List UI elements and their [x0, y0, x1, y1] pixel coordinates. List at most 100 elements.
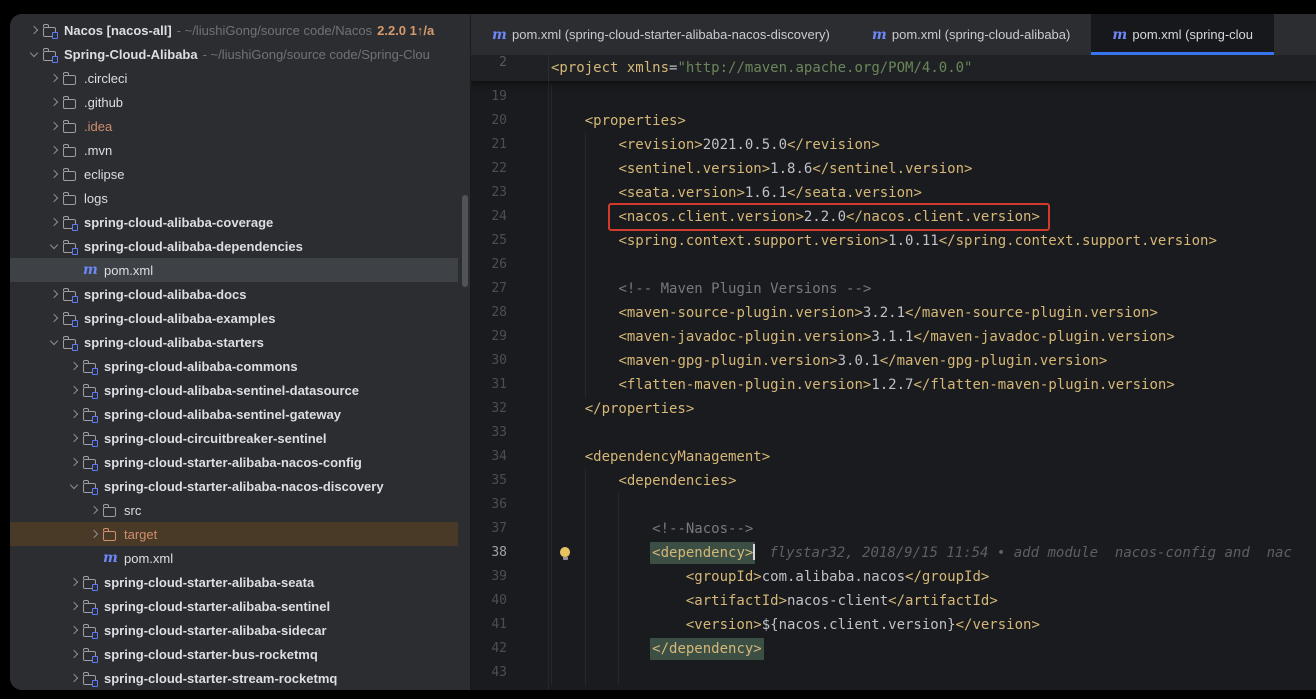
- tree-row-spring-cloud-alibaba[interactable]: Spring-Cloud-Alibaba- ~/liushiGong/sourc…: [10, 42, 470, 66]
- chevron-right-icon[interactable]: [44, 147, 63, 153]
- chevron-down-icon[interactable]: [44, 341, 63, 344]
- code-line-39[interactable]: 39 <groupId>com.alibaba.nacos</groupId>: [471, 565, 1316, 589]
- tree-row-spring-cloud-alibaba-sentinel-datasource[interactable]: spring-cloud-alibaba-sentinel-datasource: [10, 378, 470, 402]
- tree-row-spring-cloud-starter-stream-rocketmq[interactable]: spring-cloud-starter-stream-rocketmq: [10, 666, 470, 690]
- chevron-right-icon[interactable]: [64, 459, 83, 465]
- editor-tab-1[interactable]: mpom.xml (spring-cloud-starter-alibaba-n…: [471, 14, 851, 55]
- tree-row-github[interactable]: .github: [10, 90, 470, 114]
- chevron-right-icon[interactable]: [64, 579, 83, 585]
- code-token: <maven-javadoc-plugin.version>: [618, 329, 871, 345]
- code-line-23[interactable]: 23 <seata.version>1.6.1</seata.version>: [471, 181, 1316, 205]
- tree-row-spring-cloud-starter-alibaba-seata[interactable]: spring-cloud-starter-alibaba-seata: [10, 570, 470, 594]
- chevron-down-icon[interactable]: [64, 485, 83, 488]
- chevron-right-icon[interactable]: [64, 387, 83, 393]
- chevron-right-icon[interactable]: [44, 219, 63, 225]
- indent-guide: [618, 589, 619, 613]
- code-line-30[interactable]: 30 <maven-gpg-plugin.version>3.0.1</mave…: [471, 349, 1316, 373]
- tree-row-src[interactable]: src: [10, 498, 470, 522]
- code-token: <dependencyManagement>: [585, 449, 770, 465]
- code-line-25[interactable]: 25 <spring.context.support.version>1.0.1…: [471, 229, 1316, 253]
- indent-guide: [618, 637, 619, 661]
- code-line-35[interactable]: 35 <dependencies>: [471, 469, 1316, 493]
- chevron-right-icon[interactable]: [44, 315, 63, 321]
- code-line-27[interactable]: 27 <!-- Maven Plugin Versions -->: [471, 277, 1316, 301]
- tree-row-logs[interactable]: logs: [10, 186, 470, 210]
- tree-row-circleci[interactable]: .circleci: [10, 66, 470, 90]
- chevron-right-icon[interactable]: [24, 27, 43, 33]
- tree-row-spring-cloud-alibaba-sentinel-gateway[interactable]: spring-cloud-alibaba-sentinel-gateway: [10, 402, 470, 426]
- code-line-41[interactable]: 41 <version>${nacos.client.version}</ver…: [471, 613, 1316, 637]
- tree-row-spring-cloud-alibaba-coverage[interactable]: spring-cloud-alibaba-coverage: [10, 210, 470, 234]
- code-token: 3.0.1: [838, 353, 880, 369]
- tree-row-pom-xml[interactable]: mpom.xml: [10, 258, 458, 282]
- sticky-line[interactable]: 2<project xmlns="http://maven.apache.org…: [471, 55, 1316, 82]
- tree-row-label: .idea: [84, 119, 112, 134]
- code-line-40[interactable]: 40 <artifactId>nacos-client</artifactId>: [471, 589, 1316, 613]
- tree-row-spring-cloud-starter-alibaba-nacos-config[interactable]: spring-cloud-starter-alibaba-nacos-confi…: [10, 450, 470, 474]
- chevron-right-icon[interactable]: [64, 603, 83, 609]
- tree-row-target[interactable]: target: [10, 522, 458, 546]
- line-number: 27: [471, 277, 507, 301]
- tree-row-spring-cloud-alibaba-commons[interactable]: spring-cloud-alibaba-commons: [10, 354, 470, 378]
- code-line-38[interactable]: 38 <dependency>flystar32, 2018/9/15 11:5…: [471, 541, 1316, 565]
- editor-tab-3[interactable]: mpom.xml (spring-clou: [1091, 14, 1274, 55]
- code-line-21[interactable]: 21 <revision>2021.0.5.0</revision>: [471, 133, 1316, 157]
- code-token: </seata.version>: [787, 185, 922, 201]
- tree-row-label: pom.xml: [124, 551, 173, 566]
- code-line-42[interactable]: 42 </dependency>: [471, 637, 1316, 661]
- code-line-24[interactable]: 24 <nacos.client.version>2.2.0</nacos.cl…: [471, 205, 1316, 229]
- tree-row-label: spring-cloud-alibaba-starters: [84, 335, 264, 350]
- chevron-right-icon[interactable]: [44, 99, 63, 105]
- chevron-right-icon[interactable]: [44, 123, 63, 129]
- chevron-right-icon[interactable]: [44, 75, 63, 81]
- code-line-31[interactable]: 31 <flatten-maven-plugin.version>1.2.7</…: [471, 373, 1316, 397]
- tree-row-pom-xml[interactable]: mpom.xml: [10, 546, 470, 570]
- indent-guide: [585, 253, 586, 277]
- code-line-37[interactable]: 37 <!--Nacos-->: [471, 517, 1316, 541]
- chevron-right-icon[interactable]: [64, 627, 83, 633]
- code-line-28[interactable]: 28 <maven-source-plugin.version>3.2.1</m…: [471, 301, 1316, 325]
- git-branch-label: 2.2.0 1↑/a: [377, 23, 434, 38]
- chevron-right-icon[interactable]: [84, 507, 103, 513]
- tree-row-spring-cloud-alibaba-starters[interactable]: spring-cloud-alibaba-starters: [10, 330, 470, 354]
- chevron-right-icon[interactable]: [64, 651, 83, 657]
- code-line-36[interactable]: 36: [471, 493, 1316, 517]
- code-token: </sentinel.version>: [812, 161, 972, 177]
- tree-row-spring-cloud-starter-alibaba-sidecar[interactable]: spring-cloud-starter-alibaba-sidecar: [10, 618, 470, 642]
- chevron-down-icon[interactable]: [44, 245, 63, 248]
- tree-row-nacos-nacos-all[interactable]: Nacos [nacos-all]- ~/liushiGong/source c…: [10, 18, 470, 42]
- tree-row-spring-cloud-starter-bus-rocketmq[interactable]: spring-cloud-starter-bus-rocketmq: [10, 642, 470, 666]
- tree-row-spring-cloud-alibaba-docs[interactable]: spring-cloud-alibaba-docs: [10, 282, 470, 306]
- chevron-right-icon[interactable]: [84, 531, 103, 537]
- tree-row-eclipse[interactable]: eclipse: [10, 162, 470, 186]
- chevron-right-icon[interactable]: [44, 171, 63, 177]
- code-editor[interactable]: 2<project xmlns="http://maven.apache.org…: [471, 55, 1316, 690]
- tree-row-spring-cloud-alibaba-examples[interactable]: spring-cloud-alibaba-examples: [10, 306, 470, 330]
- chevron-right-icon[interactable]: [64, 675, 83, 681]
- code-line-32[interactable]: 32 </properties>: [471, 397, 1316, 421]
- code-line-22[interactable]: 22 <sentinel.version>1.8.6</sentinel.ver…: [471, 157, 1316, 181]
- chevron-right-icon[interactable]: [44, 195, 63, 201]
- code-line-29[interactable]: 29 <maven-javadoc-plugin.version>3.1.1</…: [471, 325, 1316, 349]
- editor-tab-2[interactable]: mpom.xml (spring-cloud-alibaba): [851, 14, 1091, 55]
- tree-row-idea[interactable]: .idea: [10, 114, 470, 138]
- chevron-right-icon[interactable]: [44, 291, 63, 297]
- chevron-right-icon[interactable]: [64, 435, 83, 441]
- intention-lightbulb-icon[interactable]: [560, 547, 570, 557]
- tree-scrollbar-thumb[interactable]: [462, 195, 468, 287]
- tree-row-spring-cloud-alibaba-dependencies[interactable]: spring-cloud-alibaba-dependencies: [10, 234, 470, 258]
- code-line-34[interactable]: 34 <dependencyManagement>: [471, 445, 1316, 469]
- chevron-right-icon[interactable]: [64, 363, 83, 369]
- code-line-43[interactable]: 43: [471, 661, 1316, 685]
- code-line-19[interactable]: 19: [471, 85, 1316, 109]
- chevron-down-icon[interactable]: [24, 53, 43, 56]
- tree-row-spring-cloud-circuitbreaker-sentinel[interactable]: spring-cloud-circuitbreaker-sentinel: [10, 426, 470, 450]
- code-line-33[interactable]: 33: [471, 421, 1316, 445]
- code-text: <revision>2021.0.5.0</revision>: [471, 137, 880, 153]
- tree-row-mvn[interactable]: .mvn: [10, 138, 470, 162]
- tree-row-spring-cloud-starter-alibaba-nacos-discovery[interactable]: spring-cloud-starter-alibaba-nacos-disco…: [10, 474, 470, 498]
- chevron-right-icon[interactable]: [64, 411, 83, 417]
- code-line-20[interactable]: 20 <properties>: [471, 109, 1316, 133]
- tree-row-spring-cloud-starter-alibaba-sentinel[interactable]: spring-cloud-starter-alibaba-sentinel: [10, 594, 470, 618]
- code-line-26[interactable]: 26: [471, 253, 1316, 277]
